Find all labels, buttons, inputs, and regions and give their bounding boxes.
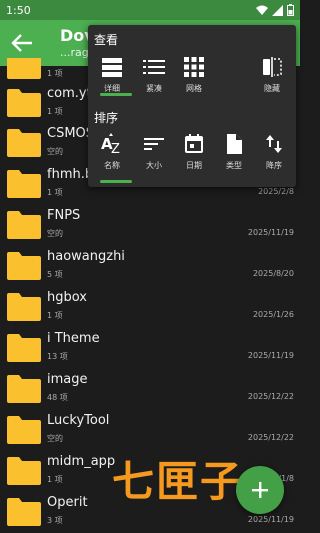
sort-az-icon: A Z — [101, 133, 120, 156]
file-date: 2025/12/22 — [247, 392, 294, 401]
sort-section-header: 排序 — [94, 111, 119, 125]
folder-icon — [7, 334, 41, 362]
option-label: 大小 — [146, 161, 162, 170]
option-label: 日期 — [186, 161, 202, 170]
file-date: 2025/11/19 — [247, 228, 294, 237]
file-name: hgbox — [47, 290, 87, 305]
table-row[interactable]: FNPS 空的 2025/11/19 — [0, 204, 300, 245]
file-count: 空的 — [47, 434, 63, 443]
file-name: midm_app — [47, 454, 116, 469]
folder-icon — [7, 170, 41, 198]
status-time: 1:50 — [6, 3, 31, 17]
file-count: 3 项 — [47, 516, 63, 525]
table-row[interactable]: LuckyTool 空的 2025/12/22 — [0, 409, 300, 450]
folder-icon — [7, 89, 41, 117]
file-name: com.yt — [47, 86, 92, 101]
file-date: 2025/2/8 — [258, 187, 294, 196]
folder-icon — [7, 252, 41, 280]
option-label: 网格 — [186, 84, 202, 93]
active-indicator — [100, 180, 132, 183]
file-date: 2025/8/20 — [252, 269, 294, 278]
folder-icon — [7, 457, 41, 485]
folder-icon — [7, 498, 41, 526]
table-row[interactable]: hgbox 1 项 2025/1/26 — [0, 286, 300, 327]
watermark-logo: 七匣子 — [112, 457, 245, 506]
sort-type-option[interactable]: 类型 — [214, 132, 254, 180]
file-date: 2025/1/26 — [252, 310, 294, 319]
folder-icon — [7, 58, 41, 79]
file-date: 2025/12/22 — [247, 433, 294, 442]
file-count: 1 项 — [47, 107, 63, 116]
add-fab-button[interactable] — [236, 466, 284, 514]
file-name: i Theme — [47, 331, 100, 346]
svg-text:Z: Z — [111, 142, 120, 156]
file-count: 1 项 — [47, 311, 63, 320]
file-name: CSMOS — [47, 126, 95, 141]
view-section-header: 查看 — [94, 33, 119, 47]
file-name: haowangzhi — [47, 249, 125, 264]
file-name: LuckyTool — [47, 413, 110, 428]
option-label: 隐藏 — [264, 84, 280, 93]
wifi-icon — [256, 5, 268, 15]
folder-icon — [7, 129, 41, 157]
view-grid-option[interactable]: 网格 — [174, 55, 214, 103]
folder-icon — [7, 416, 41, 444]
calendar-icon — [185, 134, 203, 153]
folder-icon — [7, 375, 41, 403]
status-icons — [256, 4, 294, 16]
file-count: 1 项 — [47, 475, 63, 484]
list-detail-icon — [102, 58, 122, 77]
hide-icon — [263, 57, 282, 77]
file-count: 空的 — [47, 147, 63, 156]
back-arrow-icon[interactable] — [10, 32, 34, 54]
folder-icon — [7, 293, 41, 321]
sort-name-option[interactable]: A Z 名称 — [92, 132, 132, 180]
grid-icon — [184, 57, 204, 77]
file-type-icon — [227, 134, 242, 154]
active-indicator — [100, 93, 132, 96]
table-row[interactable]: i Theme 13 项 2025/11/19 — [0, 327, 300, 368]
file-date: 2025/11/19 — [247, 515, 294, 524]
sort-order-option[interactable]: 降序 — [254, 132, 294, 180]
plus-icon — [252, 482, 268, 498]
file-count: 1 项 — [47, 69, 63, 78]
file-count: 13 项 — [47, 352, 68, 361]
list-compact-icon — [143, 60, 165, 74]
option-label: 降序 — [266, 161, 282, 170]
sort-order-icon — [266, 135, 282, 153]
table-row[interactable]: haowangzhi 5 项 2025/8/20 — [0, 245, 300, 286]
file-name: fhmh.b — [47, 167, 94, 182]
view-hide-option[interactable]: 隐藏 — [252, 55, 292, 103]
file-count: 5 项 — [47, 270, 63, 279]
file-name: FNPS — [47, 208, 81, 223]
option-label: 名称 — [104, 161, 120, 170]
view-sort-menu: 查看 详细 紧凑 网格 隐藏 排序 A Z 名称 大小 日期 类型 降序 — [88, 25, 296, 187]
sort-date-option[interactable]: 日期 — [174, 132, 214, 180]
sort-size-option[interactable]: 大小 — [134, 132, 174, 180]
view-compact-option[interactable]: 紧凑 — [134, 55, 174, 103]
folder-icon — [7, 211, 41, 239]
option-label: 类型 — [226, 161, 242, 170]
file-date: 2025/11/19 — [247, 351, 294, 360]
file-count: 1 项 — [47, 188, 63, 197]
file-count: 空的 — [47, 229, 63, 238]
option-label: 紧凑 — [146, 84, 162, 93]
status-bar: 1:50 — [0, 0, 300, 20]
file-name: image — [47, 372, 88, 387]
file-count: 48 项 — [47, 393, 68, 402]
file-name: Operit — [47, 495, 88, 510]
battery-icon — [287, 4, 294, 16]
table-row[interactable]: image 48 项 2025/12/22 — [0, 368, 300, 409]
sort-size-icon — [144, 138, 164, 150]
signal-icon — [272, 4, 283, 16]
